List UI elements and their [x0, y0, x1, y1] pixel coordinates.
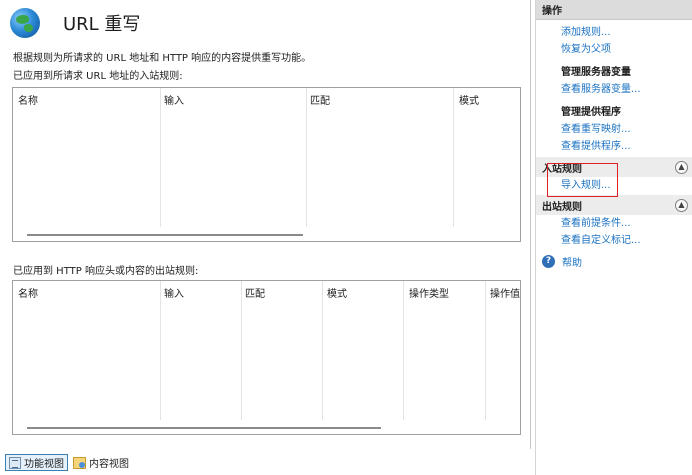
- feature-view-tab[interactable]: 功能视图: [5, 454, 68, 471]
- column-header-pattern[interactable]: 模式: [327, 285, 347, 300]
- view-rewrite-maps-link[interactable]: 查看重写映射...: [536, 121, 692, 138]
- import-rules-link[interactable]: 导入规则...: [536, 177, 692, 194]
- column-header-match[interactable]: 匹配: [310, 92, 330, 107]
- column-header-match[interactable]: 匹配: [245, 285, 265, 300]
- view-switcher: 功能视图 内容视图: [0, 450, 531, 475]
- horizontal-scrollbar[interactable]: [27, 234, 303, 236]
- globe-icon: [10, 8, 40, 38]
- help-icon: ?: [542, 254, 555, 268]
- page-title: URL 重写: [63, 14, 141, 35]
- revert-to-parent-link[interactable]: 恢复为父项: [536, 41, 692, 58]
- actions-header: 操作: [536, 0, 692, 20]
- view-server-variables-link[interactable]: 查看服务器变量...: [536, 81, 692, 98]
- inbound-rules-grid[interactable]: 名称 输入 匹配 模式: [12, 87, 521, 242]
- inbound-rules-section-title: 入站规则: [542, 163, 582, 175]
- column-divider: [322, 281, 323, 420]
- inbound-rules-section-header[interactable]: 入站规则 ▲: [536, 157, 692, 177]
- add-rule-link[interactable]: 添加规则...: [536, 24, 692, 41]
- content-view-label: 内容视图: [89, 459, 129, 470]
- outbound-rules-section-title: 出站规则: [542, 201, 582, 213]
- outbound-rules-label: 已应用到 HTTP 响应头或内容的出站规则:: [13, 266, 199, 277]
- column-divider: [160, 281, 161, 420]
- feature-view-label: 功能视图: [24, 459, 64, 470]
- column-divider: [160, 88, 161, 227]
- column-header-pattern[interactable]: 模式: [459, 92, 479, 107]
- column-header-input[interactable]: 输入: [164, 285, 184, 300]
- view-providers-link[interactable]: 查看提供程序...: [536, 138, 692, 155]
- view-preconditions-link[interactable]: 查看前提条件...: [536, 215, 692, 232]
- column-divider: [485, 281, 486, 420]
- column-header-name[interactable]: 名称: [18, 285, 38, 300]
- collapse-up-icon[interactable]: ▲: [675, 198, 688, 212]
- outbound-rules-grid[interactable]: 名称 输入 匹配 模式 操作类型 操作值: [12, 280, 521, 435]
- column-divider: [306, 88, 307, 227]
- column-header-action-value[interactable]: 操作值: [490, 285, 520, 300]
- horizontal-scrollbar[interactable]: [27, 427, 381, 429]
- server-variables-title: 管理服务器变量: [561, 67, 631, 78]
- column-divider: [453, 88, 454, 227]
- column-header-input[interactable]: 输入: [164, 92, 184, 107]
- outbound-rules-section-header[interactable]: 出站规则 ▲: [536, 195, 692, 215]
- main-panel: URL 重写 根据规则为所请求的 URL 地址和 HTTP 响应的内容提供重写功…: [0, 0, 531, 475]
- providers-title: 管理提供程序: [561, 107, 621, 118]
- inbound-rules-label: 已应用到所请求 URL 地址的入站规则:: [13, 71, 183, 82]
- content-view-tab[interactable]: 内容视图: [70, 454, 132, 471]
- actions-pane: 操作 添加规则... 恢复为父项 管理服务器变量 查看服务器变量... 管理提供…: [535, 0, 692, 475]
- column-divider: [403, 281, 404, 420]
- column-header-action-type[interactable]: 操作类型: [409, 285, 449, 300]
- feature-view-icon: [9, 456, 21, 469]
- content-view-icon: [73, 456, 86, 469]
- help-link[interactable]: ? 帮助: [536, 252, 692, 270]
- collapse-up-icon[interactable]: ▲: [675, 160, 688, 174]
- help-label: 帮助: [562, 257, 582, 269]
- column-header-name[interactable]: 名称: [18, 92, 38, 107]
- page-header: URL 重写: [10, 7, 140, 39]
- page-description: 根据规则为所请求的 URL 地址和 HTTP 响应的内容提供重写功能。: [13, 53, 312, 64]
- view-custom-tags-link[interactable]: 查看自定义标记...: [536, 232, 692, 249]
- column-divider: [241, 281, 242, 420]
